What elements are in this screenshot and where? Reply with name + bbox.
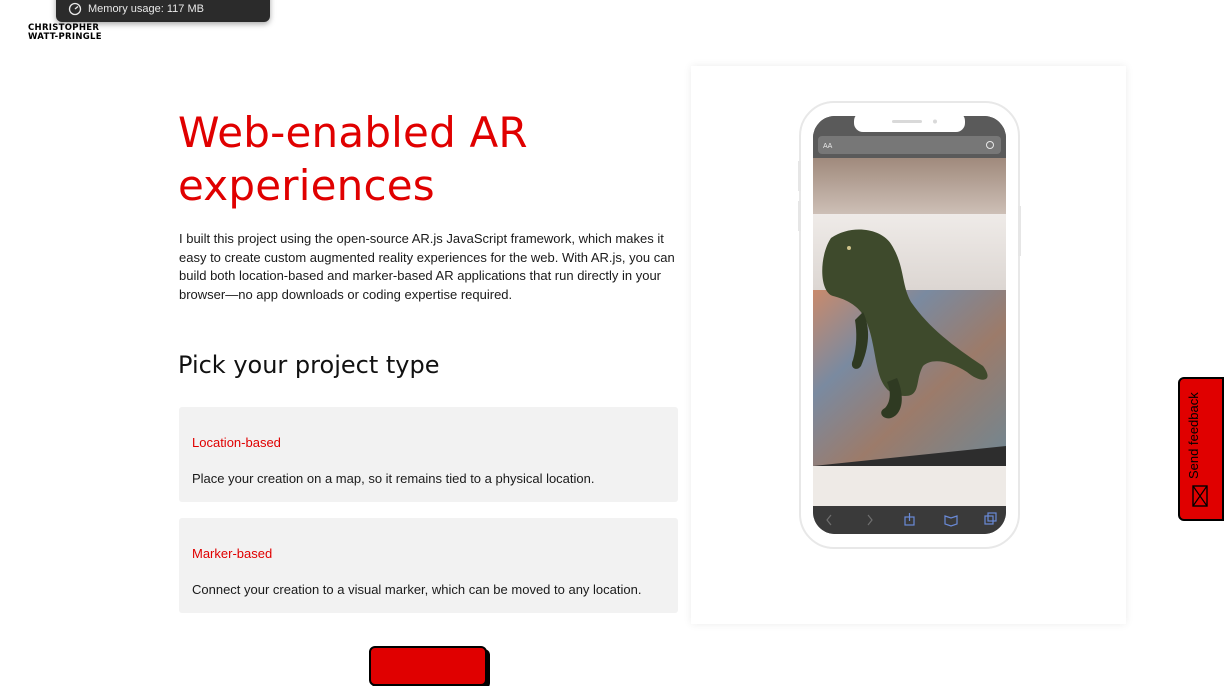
page-title-line-1: Web-enabled AR — [178, 108, 528, 157]
continue-button[interactable] — [369, 646, 487, 686]
site-logo[interactable]: CHRISTOPHER WATT-PRINGLE — [28, 24, 102, 42]
option-description: Connect your creation to a visual marker… — [192, 582, 642, 597]
phone-mockup: AA — [798, 101, 1021, 549]
option-title: Location-based — [192, 435, 281, 450]
page-title-line-2: experiences — [178, 161, 435, 210]
mail-icon — [1192, 485, 1208, 507]
page-title: Web-enabled AR experiences — [178, 106, 658, 212]
address-bar-label: AA — [823, 143, 833, 150]
option-marker-based[interactable]: Marker-based Connect your creation to a … — [179, 518, 678, 613]
intro-paragraph: I built this project using the open-sour… — [179, 231, 675, 303]
option-description: Place your creation on a map, so it rema… — [192, 471, 595, 486]
memory-usage-tooltip: Memory usage: 117 MB — [56, 0, 270, 22]
send-feedback-label: Send feedback — [1186, 392, 1201, 479]
option-title: Marker-based — [192, 546, 273, 561]
preview-panel: AA — [691, 66, 1126, 624]
memory-usage-text: Memory usage: 117 MB — [88, 3, 204, 15]
send-feedback-tab[interactable]: Send feedback — [1178, 377, 1224, 521]
project-type-heading: Pick your project type — [178, 351, 440, 379]
option-location-based[interactable]: Location-based Place your creation on a … — [179, 407, 678, 502]
gauge-icon — [68, 2, 82, 16]
logo-line-2: WATT-PRINGLE — [28, 32, 102, 42]
